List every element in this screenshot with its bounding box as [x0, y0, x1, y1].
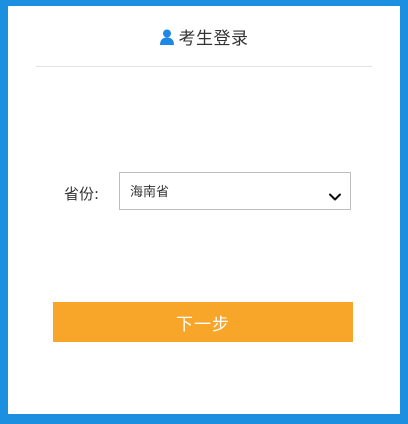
province-selected-value: 海南省 — [130, 185, 170, 200]
page-title: 考生登录 — [178, 28, 249, 49]
user-icon — [159, 29, 174, 45]
province-label: 省份: — [64, 185, 100, 203]
chevron-down-icon — [329, 187, 341, 201]
province-select[interactable]: 海南省 — [119, 172, 351, 210]
panel-header: 考生登录 — [36, 6, 372, 67]
next-step-button[interactable]: 下一步 — [53, 302, 353, 342]
login-panel: 考生登录 省份: 海南省 下一步 — [8, 6, 400, 414]
